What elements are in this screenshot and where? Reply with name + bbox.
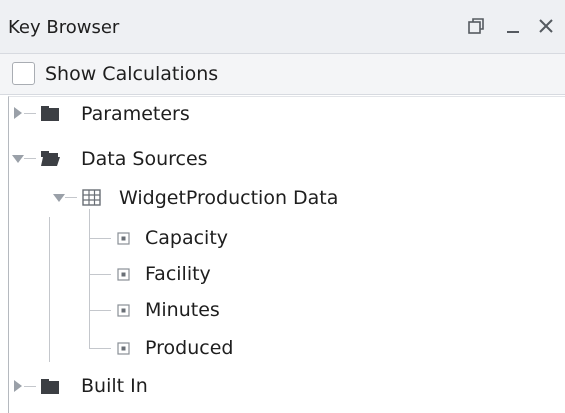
- tree-connector: [89, 209, 90, 349]
- tree-connector: [89, 238, 111, 239]
- folder-open-icon: [39, 148, 61, 168]
- collapse-toggle-data-sources[interactable]: [12, 155, 24, 163]
- title-bar: Key Browser: [0, 0, 565, 54]
- tree-node-label: WidgetProduction Data: [119, 187, 339, 209]
- field-icon: [115, 266, 131, 282]
- tree-node-data-sources[interactable]: Data Sources: [81, 142, 208, 176]
- tree-node-capacity[interactable]: Capacity: [145, 221, 228, 255]
- tree-node-label: Parameters: [81, 103, 190, 125]
- show-calculations-label[interactable]: Show Calculations: [45, 63, 218, 85]
- tree-node-label: Capacity: [145, 227, 229, 249]
- expand-toggle-parameters[interactable]: [14, 107, 22, 119]
- tree-connector: [89, 274, 111, 275]
- folder-closed-icon: [39, 103, 61, 123]
- tree-node-facility[interactable]: Facility: [145, 257, 211, 291]
- tree-node-label: Built In: [81, 375, 148, 397]
- collapse-toggle-widget-production[interactable]: [53, 194, 65, 202]
- tree-connector: [24, 113, 36, 114]
- tree-node-minutes[interactable]: Minutes: [145, 293, 220, 327]
- tree-node-widgetproduction-data[interactable]: WidgetProduction Data: [119, 181, 338, 215]
- expand-toggle-built-in[interactable]: [14, 380, 22, 392]
- tree-connector: [65, 197, 77, 198]
- key-tree: Parameters Data Sources WidgetProduction…: [8, 96, 565, 413]
- tree-connector: [89, 348, 111, 349]
- folder-closed-icon: [39, 376, 61, 396]
- close-button[interactable]: [532, 10, 560, 42]
- float-window-button[interactable]: [462, 10, 490, 42]
- tree-node-label: Facility: [145, 263, 211, 285]
- panel-title: Key Browser: [8, 17, 120, 38]
- field-icon: [115, 230, 131, 246]
- options-bar: Show Calculations: [0, 54, 565, 95]
- minimize-button[interactable]: [500, 10, 528, 42]
- tree-connector: [49, 217, 50, 362]
- minimize-icon: [507, 31, 519, 33]
- tree-node-label: Data Sources: [81, 148, 208, 170]
- close-icon: [539, 19, 553, 33]
- field-icon: [115, 340, 131, 356]
- tree-node-produced[interactable]: Produced: [145, 331, 233, 365]
- tree-node-label: Minutes: [145, 299, 220, 321]
- show-calculations-checkbox[interactable]: [12, 62, 35, 85]
- key-browser-panel: Key Browser Show Calculations Parameters…: [0, 0, 565, 413]
- tree-node-parameters[interactable]: Parameters: [81, 97, 190, 131]
- tree-connector: [24, 386, 36, 387]
- table-icon: [80, 187, 102, 207]
- tree-node-label: Produced: [145, 337, 234, 359]
- tree-node-built-in[interactable]: Built In: [81, 369, 148, 403]
- tree-connector: [89, 310, 111, 311]
- float-window-icon: [468, 18, 484, 34]
- tree-connector: [24, 158, 36, 159]
- field-icon: [115, 302, 131, 318]
